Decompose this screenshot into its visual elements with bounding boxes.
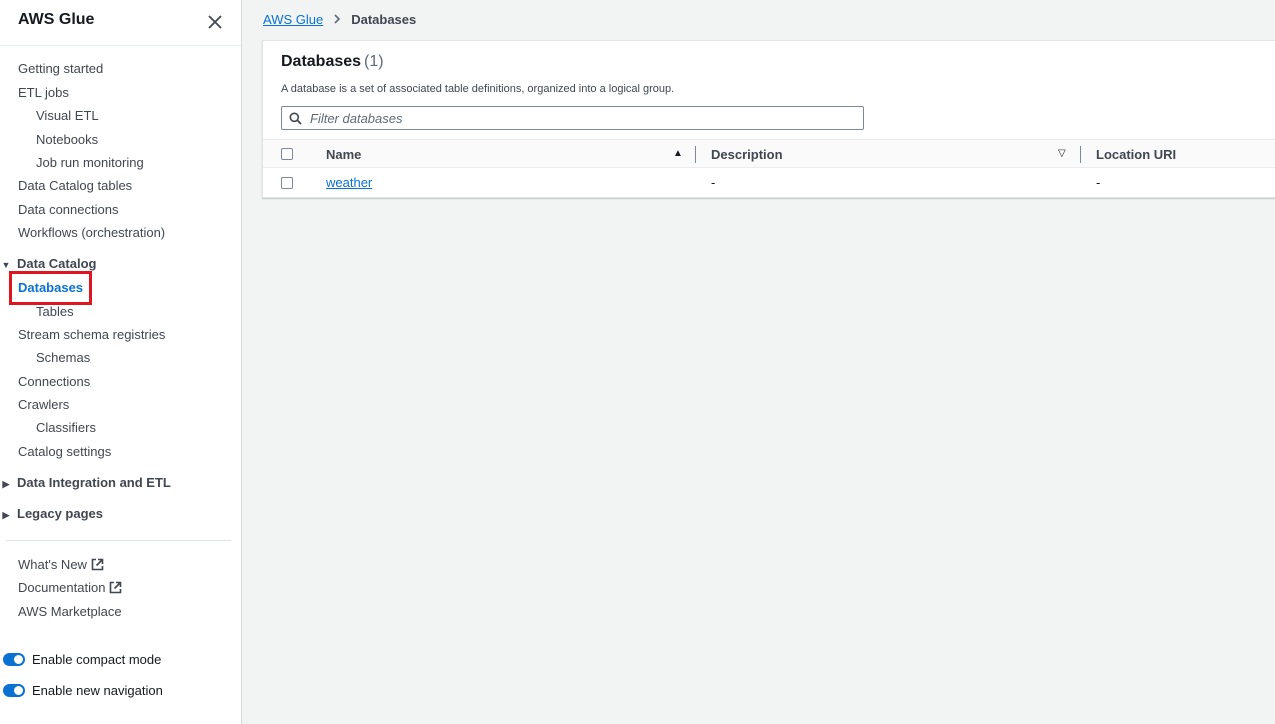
sidebar-header: AWS Glue (0, 0, 241, 46)
database-link-weather[interactable]: weather (326, 175, 372, 190)
sidebar-link-whats-new[interactable]: What's New (18, 557, 104, 572)
sidebar-item-schemas[interactable]: Schemas (36, 350, 90, 365)
sort-ascending-icon[interactable]: ▲ (673, 148, 683, 159)
sidebar-item-job-run-monitoring[interactable]: Job run monitoring (36, 155, 144, 170)
new-navigation-toggle[interactable]: Enable new navigation (3, 683, 163, 698)
sidebar-item-stream-schema-registries[interactable]: Stream schema registries (18, 327, 165, 342)
cell-description: - (711, 175, 716, 190)
sidebar-link-aws-marketplace[interactable]: AWS Marketplace (18, 604, 122, 619)
sort-icon[interactable]: ▽ (1058, 148, 1066, 159)
sidebar-navigation: AWS Glue Getting started ETL jobs Visual… (0, 0, 242, 724)
select-all-checkbox[interactable] (281, 148, 293, 160)
filter-databases-input[interactable] (310, 107, 850, 129)
table-row: weather - - (263, 168, 1275, 197)
search-icon (289, 112, 302, 125)
cell-location-uri: - (1096, 175, 1101, 190)
row-checkbox[interactable] (281, 177, 293, 189)
new-navigation-label: Enable new navigation (32, 683, 163, 698)
sidebar-item-data-connections[interactable]: Data connections (18, 202, 118, 217)
whats-new-label: What's New (18, 557, 87, 572)
compact-mode-label: Enable compact mode (32, 652, 162, 667)
panel-description: A database is a set of associated table … (281, 83, 675, 95)
breadcrumb-link-aws-glue[interactable]: AWS Glue (263, 12, 323, 27)
sidebar-item-getting-started[interactable]: Getting started (18, 61, 103, 76)
database-count: (1) (364, 53, 384, 70)
sidebar-item-catalog-settings[interactable]: Catalog settings (18, 444, 111, 459)
section-data-integration[interactable]: ▶ Data Integration and ETL (0, 475, 171, 490)
filter-box[interactable] (281, 106, 864, 130)
toggle-switch[interactable] (3, 684, 25, 697)
column-divider[interactable] (695, 146, 696, 163)
section-legacy-pages-label: Legacy pages (17, 506, 103, 521)
sidebar-link-documentation[interactable]: Documentation (18, 580, 122, 595)
caret-right-icon: ▶ (2, 510, 10, 520)
sidebar-divider (6, 540, 231, 541)
column-header-name[interactable]: Name (326, 147, 361, 162)
column-header-location-uri[interactable]: Location URI (1096, 147, 1176, 162)
sidebar-item-databases[interactable]: Databases (18, 280, 83, 295)
sidebar-item-data-catalog-tables[interactable]: Data Catalog tables (18, 178, 132, 193)
caret-down-icon: ▼ (1, 260, 11, 270)
table-header: Name ▲ Description ▽ Location URI (263, 139, 1275, 168)
breadcrumb-current: Databases (351, 12, 417, 27)
compact-mode-toggle[interactable]: Enable compact mode (3, 652, 161, 667)
external-link-icon (109, 581, 122, 594)
section-data-catalog-label: Data Catalog (17, 256, 97, 271)
caret-right-icon: ▶ (2, 479, 10, 489)
sidebar-title: AWS Glue (18, 11, 95, 28)
section-data-integration-label: Data Integration and ETL (17, 475, 171, 490)
chevron-right-icon (333, 12, 341, 27)
section-data-catalog[interactable]: ▼ Data Catalog (0, 256, 97, 271)
sidebar-item-workflows[interactable]: Workflows (orchestration) (18, 225, 165, 240)
sidebar-item-connections[interactable]: Connections (18, 374, 90, 389)
sidebar-item-crawlers[interactable]: Crawlers (18, 397, 69, 412)
sidebar-item-visual-etl[interactable]: Visual ETL (36, 108, 99, 123)
sidebar-item-etl-jobs[interactable]: ETL jobs (18, 85, 69, 100)
page-title: Databases (1) (281, 53, 384, 71)
toggle-switch[interactable] (3, 653, 25, 666)
sidebar-item-notebooks[interactable]: Notebooks (36, 132, 98, 147)
databases-panel: Databases (1) A database is a set of asso… (262, 40, 1275, 198)
sidebar-item-classifiers[interactable]: Classifiers (36, 420, 96, 435)
breadcrumb: AWS Glue Databases (263, 12, 416, 27)
column-divider[interactable] (1080, 146, 1081, 163)
panel-title-text: Databases (281, 53, 362, 70)
external-link-icon (91, 558, 104, 571)
sidebar-item-tables[interactable]: Tables (36, 304, 74, 319)
close-icon[interactable] (205, 12, 225, 32)
section-legacy-pages[interactable]: ▶ Legacy pages (0, 506, 103, 521)
column-header-description[interactable]: Description (711, 147, 783, 162)
documentation-label: Documentation (18, 580, 106, 595)
